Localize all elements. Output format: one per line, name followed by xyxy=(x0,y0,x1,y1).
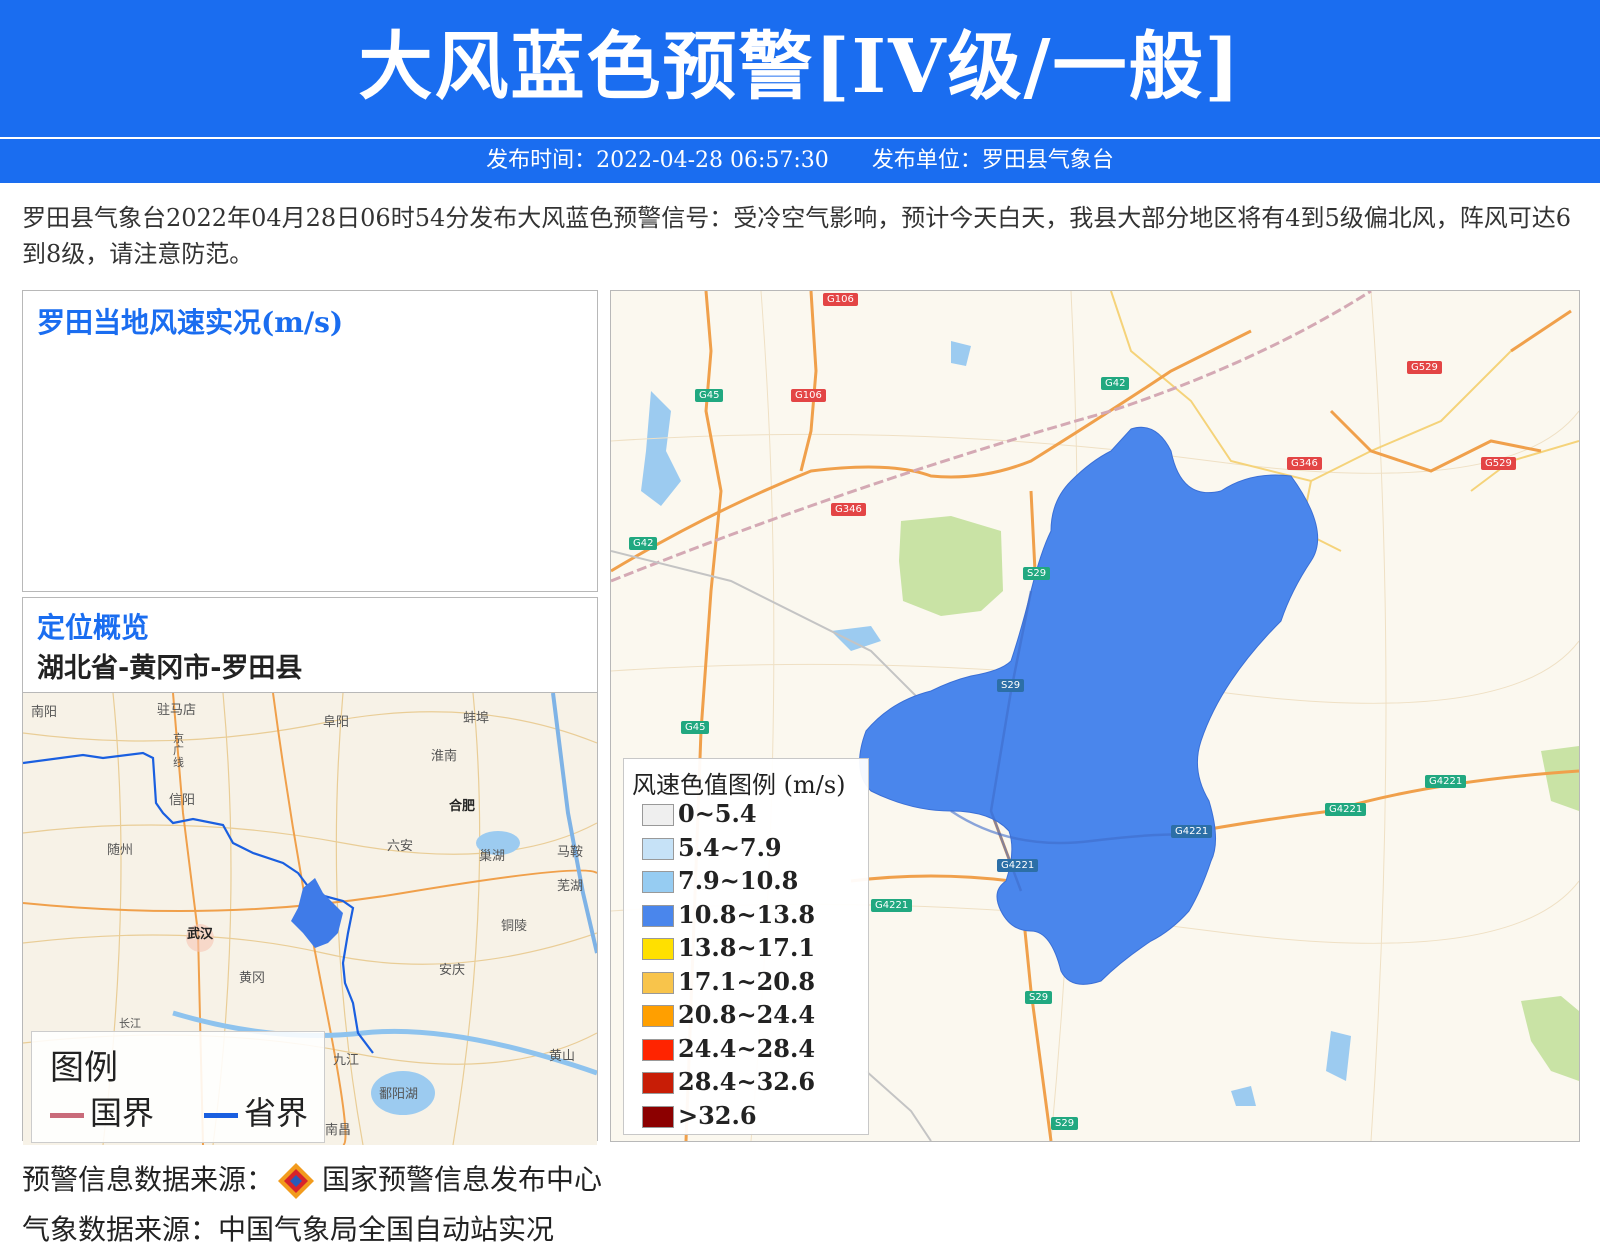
wind-legend-swatch xyxy=(642,1038,674,1061)
warning-source: 预警信息数据来源： 国家预警信息发布中心 xyxy=(22,1158,602,1201)
legend-national-border: 国界 xyxy=(50,1088,154,1134)
location-panel: 定位概览 湖北省-黄冈市-罗田县 南阳 驻马店 阜阳 蚌埠 信阳 淮南 合肥 随… xyxy=(22,597,598,1145)
location-panel-title: 定位概览 xyxy=(37,611,150,644)
road-label: G106 xyxy=(791,389,826,402)
road-label: S29 xyxy=(997,679,1025,692)
city-label: 武汉 xyxy=(187,927,214,942)
wind-legend-swatch xyxy=(642,904,674,927)
city-label: 蚌埠 xyxy=(463,711,490,726)
wind-legend-label: 20.8~24.4 xyxy=(678,1000,816,1029)
wind-legend-swatch xyxy=(642,837,674,860)
wind-legend-label: 24.4~28.4 xyxy=(678,1033,816,1063)
page-title: 大风蓝色预警[IV级/一般] xyxy=(358,24,1242,110)
wind-legend-label: 0~5.4 xyxy=(678,799,757,828)
city-label: 淮南 xyxy=(431,749,458,764)
county-map[interactable]: G106 G106 G45 G42 G529 G529 G346 G346 G4… xyxy=(610,290,1580,1142)
rail-label: 京广线 xyxy=(173,732,184,769)
road-label: G4221 xyxy=(997,859,1039,872)
wind-legend-label: >32.6 xyxy=(678,1100,757,1130)
city-label: 芜湖 xyxy=(557,879,584,894)
road-label: S29 xyxy=(1023,567,1051,580)
city-label: 黄冈 xyxy=(239,971,266,986)
wind-legend-label: 5.4~7.9 xyxy=(678,832,782,862)
city-label: 巢湖 xyxy=(479,849,506,864)
legend-provincial-border: 省界 xyxy=(204,1088,308,1134)
city-label: 南阳 xyxy=(31,705,58,720)
wind-observation-panel: 罗田当地风速实况(m/s) xyxy=(22,290,598,592)
wind-legend-swatch xyxy=(642,804,674,826)
region-path: 湖北省-黄冈市-罗田县 xyxy=(37,653,303,684)
road-label: G346 xyxy=(1287,457,1322,470)
publisher: 发布单位：罗田县气象台 xyxy=(871,148,1114,173)
overview-legend-title: 图例 xyxy=(50,1048,118,1088)
city-label: 南昌 xyxy=(325,1123,352,1138)
road-label: G529 xyxy=(1481,457,1516,470)
wind-legend-swatch xyxy=(642,1105,674,1128)
warning-source-label: 预警信息数据来源： xyxy=(22,1163,275,1196)
road-label: G4221 xyxy=(1425,775,1467,788)
road-label: S29 xyxy=(1025,991,1053,1004)
city-label: 安庆 xyxy=(439,963,466,978)
publish-time: 发布时间：2022-04-28 06:57:30 xyxy=(486,148,829,173)
city-label: 合肥 xyxy=(449,799,476,814)
road-label: S29 xyxy=(1051,1117,1079,1130)
national-border-swatch xyxy=(50,1112,84,1118)
overview-legend: 图例 国界 省界 xyxy=(31,1031,325,1143)
city-label: 九江 xyxy=(333,1053,360,1068)
wind-legend-swatch xyxy=(642,938,674,960)
road-label: G529 xyxy=(1407,361,1442,374)
wind-panel-title: 罗田当地风速实况(m/s) xyxy=(37,306,344,339)
road-label: G45 xyxy=(681,721,710,734)
wind-legend-swatch xyxy=(642,971,674,994)
wind-legend-swatch xyxy=(642,871,674,893)
city-label: 马鞍 xyxy=(557,845,584,860)
road-label: G4221 xyxy=(1325,803,1367,816)
road-label: G346 xyxy=(831,503,866,516)
overview-map[interactable]: 南阳 驻马店 阜阳 蚌埠 信阳 淮南 合肥 随州 六安 巢湖 马鞍 芜湖 武汉 … xyxy=(23,692,597,1145)
wind-legend-swatch xyxy=(642,1005,674,1027)
wind-legend-label: 28.4~32.6 xyxy=(678,1067,816,1096)
wind-legend-label: 10.8~13.8 xyxy=(678,899,816,929)
provincial-border-swatch xyxy=(204,1112,238,1118)
wind-legend-label: 7.9~10.8 xyxy=(678,866,799,895)
road-label: G45 xyxy=(695,389,724,402)
city-label: 鄱阳湖 xyxy=(379,1087,419,1102)
warning-source-name: 国家预警信息发布中心 xyxy=(322,1163,603,1196)
wind-legend-title: 风速色值图例 (m/s) xyxy=(632,771,846,799)
road-label: G4221 xyxy=(1171,825,1213,838)
weather-source: 气象数据来源：中国气象局全国自动站实况 xyxy=(22,1213,555,1246)
warning-summary: 罗田县气象台2022年04月28日06时54分发布大风蓝色预警信号：受冷空气影响… xyxy=(22,204,1572,268)
river-label: 长江 xyxy=(119,1017,141,1030)
warning-center-logo-icon xyxy=(276,1161,316,1201)
wind-legend-swatch xyxy=(642,1072,674,1094)
city-label: 驻马店 xyxy=(157,703,197,718)
road-label: G42 xyxy=(1101,377,1130,390)
city-label: 信阳 xyxy=(169,793,196,808)
wind-speed-legend: 风速色值图例 (m/s) 0~5.4 5.4~7.9 7.9~10.8 10.8~13… xyxy=(623,758,869,1135)
wind-legend-label: 17.1~20.8 xyxy=(678,966,816,996)
road-label: G106 xyxy=(823,293,858,306)
city-label: 铜陵 xyxy=(501,919,528,934)
city-label: 黄山 xyxy=(549,1049,576,1064)
road-label: G4221 xyxy=(871,899,913,912)
title-bar: 大风蓝色预警[IV级/一般] xyxy=(0,0,1600,137)
road-label: G42 xyxy=(629,537,658,550)
city-label: 随州 xyxy=(107,843,134,858)
wind-legend-label: 13.8~17.1 xyxy=(678,933,816,962)
city-label: 阜阳 xyxy=(323,715,350,730)
city-label: 六安 xyxy=(387,839,414,854)
meta-bar: 发布时间：2022-04-28 06:57:30 发布单位：罗田县气象台 xyxy=(0,139,1600,183)
